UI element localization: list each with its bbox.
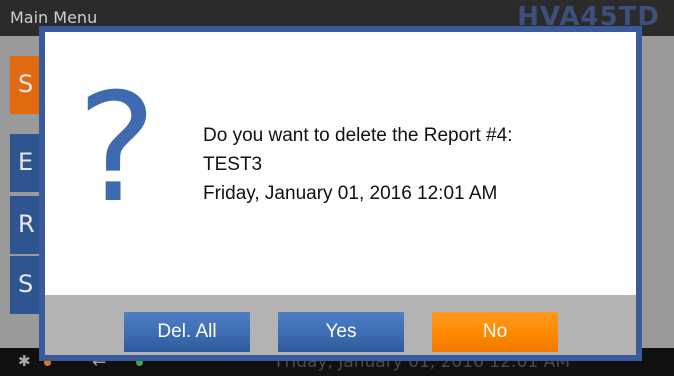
delete-all-button[interactable]: Del. All — [124, 312, 250, 352]
menu-title: Main Menu — [10, 8, 98, 27]
yes-button[interactable]: Yes — [278, 312, 404, 352]
confirm-delete-dialog: ? Do you want to delete the Report #4: T… — [39, 26, 642, 361]
message-line-report-name: TEST3 — [203, 154, 263, 175]
bluetooth-icon: ✱ — [18, 352, 31, 370]
message-line-date: Friday, January 01, 2016 12:01 AM — [203, 183, 498, 204]
no-button[interactable]: No — [432, 312, 558, 352]
dialog-message: Do you want to delete the Report #4: TES… — [203, 121, 512, 208]
dialog-button-bar: Del. All Yes No — [45, 295, 636, 355]
message-line-question: Do you want to delete the Report #4: — [203, 125, 513, 146]
question-mark-icon: ? — [77, 62, 157, 236]
